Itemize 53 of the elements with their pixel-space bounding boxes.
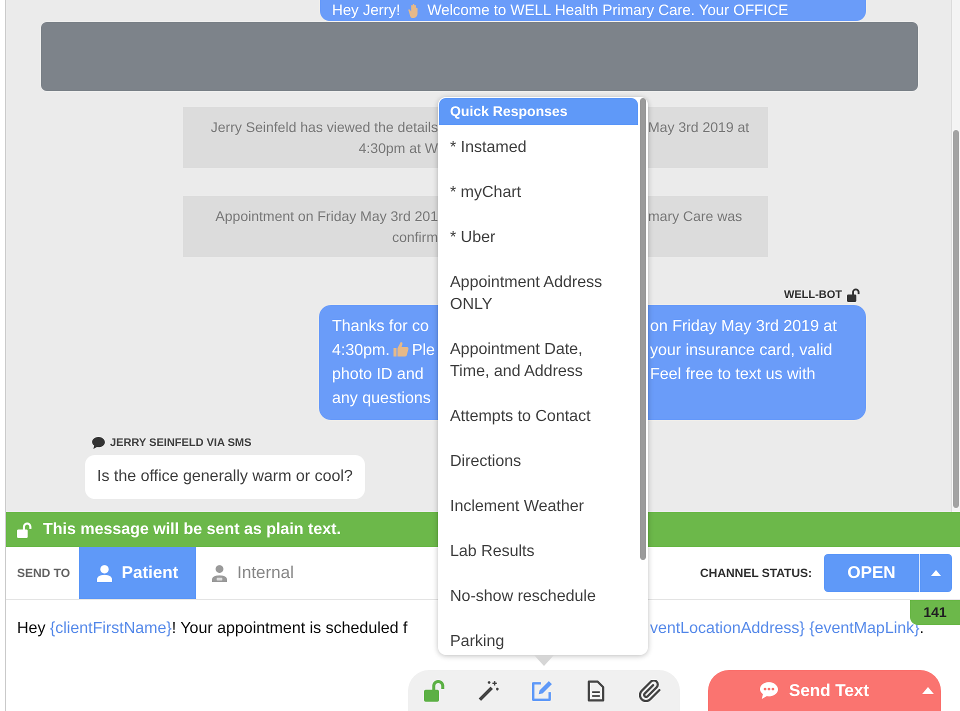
character-count: 141 — [910, 600, 960, 625]
message-text: on Friday May 3rd 2019 at — [650, 318, 837, 335]
paperclip-icon[interactable] — [639, 680, 661, 702]
channel-status-label: CHANNEL STATUS: — [700, 566, 812, 580]
message-text: Thanks for co — [332, 318, 429, 335]
message-text: Is the office generally warm or cool? — [97, 468, 353, 485]
notice-text: Jerry Seinfeld has viewed the details — [210, 119, 438, 135]
scrollbar-thumb[interactable] — [640, 98, 646, 560]
speech-bubble-icon — [92, 437, 105, 449]
message-text: your insurance card, valid — [650, 342, 832, 359]
quick-response-item[interactable]: Parking — [438, 619, 638, 652]
message-text: Feel free to text us with — [650, 366, 816, 383]
quick-response-item[interactable]: Appointment Date, Time, and Address — [438, 327, 638, 394]
quick-response-item[interactable]: Directions — [438, 439, 638, 484]
caret-icon — [931, 570, 941, 576]
notice-text: mary Care was — [648, 208, 742, 224]
edit-icon[interactable] — [531, 680, 553, 702]
lock-open-icon — [17, 522, 32, 538]
quick-response-item[interactable]: * Uber — [438, 215, 638, 260]
sender-label: WELL-BOT — [784, 289, 842, 301]
quick-response-item[interactable]: * myChart — [438, 170, 638, 215]
notice-text: May 3rd 2019 at — [648, 119, 750, 135]
notice-text: 4:30pm at W — [358, 140, 438, 156]
caret-icon — [922, 687, 934, 694]
lock-open-icon[interactable] — [424, 679, 445, 702]
lock-open-icon — [847, 288, 860, 302]
send-to-label: SEND TO — [16, 566, 72, 580]
quick-response-item[interactable]: Attempts to Contact — [438, 394, 638, 439]
message-text: Welcome to WELL Health Primary Care. Your OFFICE — [427, 1, 788, 20]
message-text: Hey Jerry! — [332, 1, 400, 20]
notice-text: confirm — [392, 229, 438, 245]
staff-icon — [212, 564, 228, 582]
document-icon[interactable] — [585, 680, 607, 702]
menu-title: Quick Responses — [439, 98, 638, 125]
quick-response-item[interactable]: * Instamed — [438, 125, 638, 170]
quick-response-item[interactable]: Lab Results — [438, 529, 638, 574]
quick-response-item[interactable]: No-show reschedule — [438, 574, 638, 619]
quick-response-item[interactable]: Appointment Address ONLY — [438, 260, 638, 327]
thumbs-up-icon — [392, 341, 409, 357]
message-text: photo ID and — [332, 366, 424, 383]
person-icon — [96, 564, 112, 582]
sender-label: JERRY SEINFELD VIA SMS — [110, 437, 252, 449]
message-text: Ple — [412, 342, 435, 359]
magic-wand-icon[interactable] — [477, 680, 499, 702]
notice-text: Appointment on Friday May 3rd 201 — [215, 208, 438, 224]
speech-bubble-icon — [760, 682, 778, 699]
banner-text: This message will be sent as plain text. — [43, 520, 341, 538]
quick-response-item[interactable]: Inclement Weather — [438, 484, 638, 529]
status-menu-button[interactable] — [919, 554, 952, 592]
popover-pointer — [534, 655, 554, 666]
scrollbar-thumb[interactable] — [953, 130, 959, 508]
message-text: any questions — [332, 390, 431, 407]
message-text: 4:30pm. — [332, 342, 390, 359]
